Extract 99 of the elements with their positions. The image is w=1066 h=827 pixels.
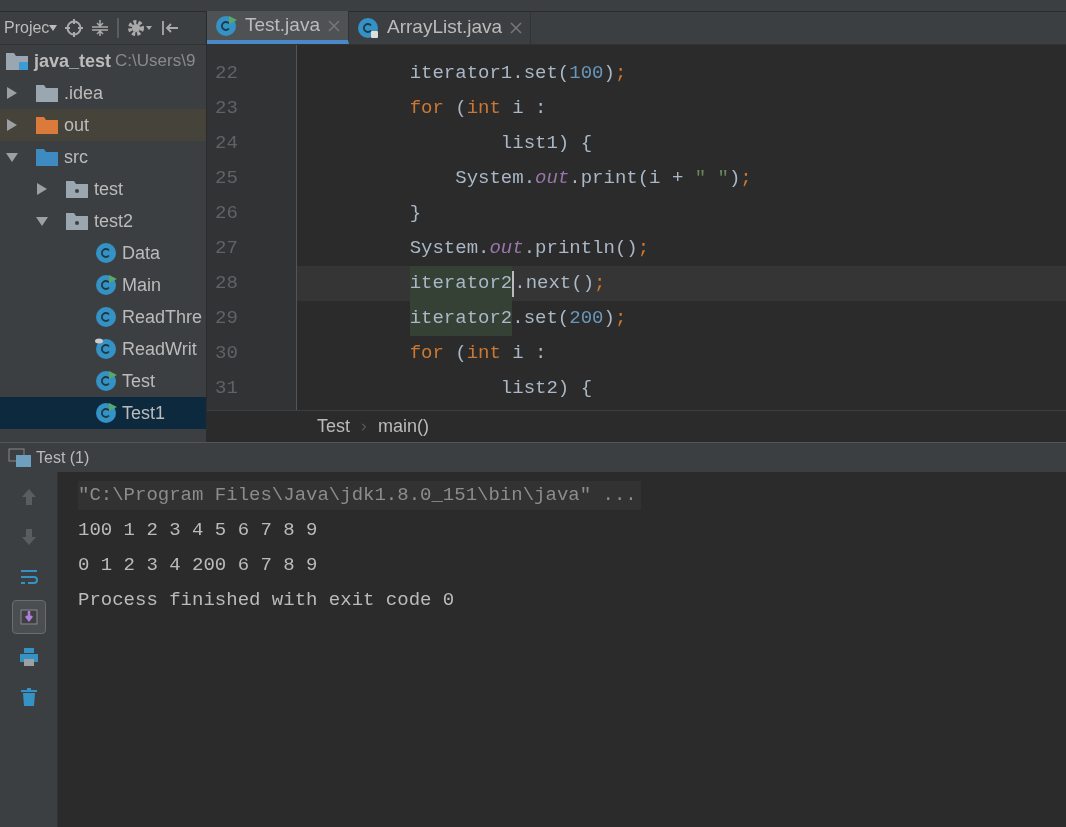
tab-label: Test.java — [245, 13, 320, 38]
console-output: 100 1 2 3 4 5 6 7 8 9 — [78, 518, 318, 544]
breadcrumb-item[interactable]: Test — [317, 413, 350, 440]
console-window-icon — [8, 447, 32, 468]
class-icon — [357, 16, 379, 39]
tree-item[interactable]: ReadWrit — [0, 333, 206, 365]
console-command: "C:\Program Files\Java\jdk1.8.0_151\bin\java" ... — [78, 481, 641, 510]
code-token: System. — [455, 166, 536, 192]
editor-tab[interactable]: Test.java — [207, 11, 349, 44]
class-icon — [95, 306, 117, 328]
folder-icon — [65, 211, 89, 231]
tree-item[interactable]: out — [0, 109, 206, 141]
tree-item[interactable]: .idea — [0, 77, 206, 109]
collapse-arrow-icon[interactable] — [5, 150, 19, 164]
dropdown-caret-icon[interactable] — [49, 25, 58, 31]
class-icon — [95, 242, 117, 264]
tree-item[interactable]: test2 — [0, 205, 206, 237]
tree-item[interactable]: ReadThre — [0, 301, 206, 333]
console-output: Process finished with exit code 0 — [78, 588, 455, 614]
tree-item[interactable]: test — [0, 173, 206, 205]
hide-panel-icon[interactable] — [161, 19, 180, 37]
code-token: .set( — [512, 306, 570, 332]
item-label: .idea — [64, 81, 104, 105]
item-label: Test1 — [122, 401, 166, 425]
code-token: for — [409, 341, 444, 367]
tree-item[interactable]: Main — [0, 269, 206, 301]
code-token: ; — [637, 236, 650, 262]
class-icon — [95, 370, 117, 392]
highlighted-identifier: iterator2 — [409, 266, 513, 301]
expand-arrow-icon[interactable] — [35, 182, 49, 196]
code-token: list2) { — [500, 376, 593, 402]
tree-item[interactable]: src — [0, 141, 206, 173]
code-token: ; — [594, 271, 606, 297]
code-token: i : — [512, 96, 547, 122]
folder-icon — [35, 147, 59, 167]
item-label: out — [64, 113, 90, 137]
tab-label: ArrayList.java — [387, 15, 503, 40]
folder-icon — [65, 179, 89, 199]
item-label: ReadWrit — [122, 337, 197, 361]
code-token: ; — [740, 166, 752, 192]
console-output: 0 1 2 3 4 200 6 7 8 9 — [78, 553, 318, 579]
item-label: Data — [122, 241, 161, 265]
tree-item[interactable]: Data — [0, 237, 206, 269]
code-token: int — [466, 96, 501, 122]
item-label: java_test — [34, 49, 112, 73]
crosshair-icon[interactable] — [65, 19, 84, 37]
run-tab[interactable]: Test (1) — [36, 445, 90, 470]
code-token: ( — [455, 341, 467, 367]
scroll-to-end-icon — [17, 606, 40, 628]
item-label: test2 — [94, 209, 134, 233]
item-path: C:\Users\9 — [115, 50, 196, 73]
folder-icon — [35, 115, 59, 135]
class-icon — [95, 338, 117, 360]
item-label: Test — [122, 369, 155, 393]
scroll-to-end-button[interactable] — [11, 600, 46, 634]
item-label: Main — [122, 273, 161, 297]
close-icon[interactable] — [510, 21, 523, 34]
folder-icon — [5, 51, 29, 71]
code-token: list1) { — [500, 131, 593, 157]
code-token: for — [409, 96, 444, 122]
code-token: int — [466, 341, 501, 367]
editor-tab[interactable]: ArrayList.java — [349, 11, 532, 44]
code-token: .next() — [514, 271, 595, 297]
class-icon — [95, 402, 117, 424]
code-token: ) — [728, 166, 741, 192]
tree-item[interactable]: java_test C:\Users\9 — [0, 45, 206, 77]
expand-arrow-icon[interactable] — [5, 118, 19, 132]
code-token: } — [409, 201, 422, 227]
code-token: ; — [614, 306, 627, 332]
code-token: ( — [455, 96, 467, 122]
item-label: ReadThre — [122, 305, 203, 329]
code-token: out — [535, 166, 570, 192]
item-label: src — [64, 145, 88, 169]
breadcrumb-item[interactable]: main() — [378, 413, 430, 440]
code-token: " " — [694, 166, 729, 192]
expand-arrow-icon[interactable] — [5, 86, 19, 100]
code-token: ) — [603, 306, 615, 332]
tree-item[interactable]: Test — [0, 365, 206, 397]
code-token: ) — [603, 61, 615, 87]
class-icon — [215, 14, 237, 37]
code-token: ; — [614, 61, 627, 87]
code-token: System. — [409, 236, 490, 262]
code-token: .print(i + — [569, 166, 685, 192]
code-token: .println() — [523, 236, 638, 262]
code-token: i : — [512, 341, 547, 367]
code-token: 100 — [569, 61, 604, 87]
panel-title[interactable]: Projec — [4, 16, 50, 40]
collapse-all-icon[interactable] — [91, 19, 110, 37]
gear-icon[interactable] — [127, 19, 154, 37]
code-token: iterator1.set( — [409, 61, 570, 87]
collapse-arrow-icon[interactable] — [35, 214, 49, 228]
printer-icon — [17, 646, 40, 668]
class-icon — [95, 274, 117, 296]
code-token: 200 — [569, 306, 604, 332]
code-token: out — [489, 236, 524, 262]
tree-item[interactable]: Test1 — [0, 397, 206, 429]
highlighted-identifier: iterator2 — [409, 301, 513, 336]
folder-icon — [35, 83, 59, 103]
item-label: test — [94, 177, 123, 201]
